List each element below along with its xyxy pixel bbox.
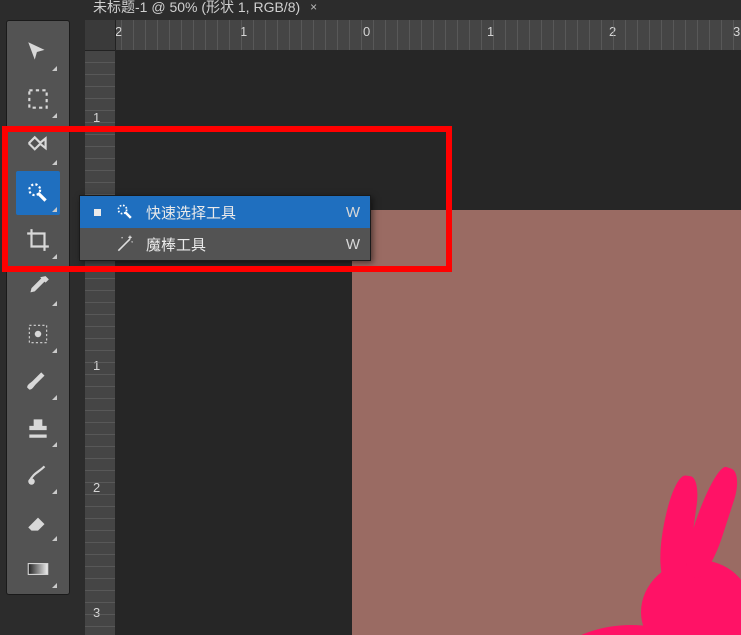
flyout-indicator-icon <box>52 113 57 118</box>
gradient-icon <box>25 556 51 582</box>
brush-tool[interactable] <box>16 359 60 403</box>
eraser-icon <box>25 509 51 535</box>
clone-stamp-tool[interactable] <box>16 406 60 450</box>
flyout-indicator-icon <box>52 66 57 71</box>
flyout-indicator-icon <box>52 301 57 306</box>
quick-selection-tool[interactable] <box>16 171 60 215</box>
flyout-item-shortcut: W <box>346 236 360 253</box>
close-tab-icon[interactable]: × <box>310 0 317 14</box>
flyout-indicator-icon <box>52 442 57 447</box>
ruler-origin-corner[interactable] <box>85 20 116 51</box>
flyout-indicator-icon <box>52 489 57 494</box>
flyout-indicator-icon <box>52 583 57 588</box>
crop-tool[interactable] <box>16 218 60 262</box>
shape-rabbit[interactable] <box>491 470 741 635</box>
quick-selection-icon <box>25 180 51 206</box>
ruler-tick: 1 <box>93 358 100 373</box>
quick-selection-icon <box>114 201 136 223</box>
ruler-tick: 3 <box>93 605 100 620</box>
brush-icon <box>25 368 51 394</box>
eyedropper-icon <box>25 274 51 300</box>
flyout-indicator-icon <box>52 254 57 259</box>
ruler-tick: 2 <box>609 24 616 39</box>
flyout-item-shortcut: W <box>346 204 360 221</box>
eyedropper-tool[interactable] <box>16 265 60 309</box>
flyout-indicator-icon <box>52 160 57 165</box>
marquee-icon <box>25 86 51 112</box>
tool-flyout-menu: 快速选择工具 W 魔棒工具 W <box>79 195 371 261</box>
ruler-tick: 2 <box>115 24 122 39</box>
ruler-tick: 3 <box>733 24 740 39</box>
ruler-tick: 0 <box>363 24 370 39</box>
document-title: 未标题-1 @ 50% (形状 1, RGB/8) <box>93 0 300 17</box>
ruler-tick: 1 <box>487 24 494 39</box>
flyout-indicator-icon <box>52 536 57 541</box>
flyout-item-quick-selection[interactable]: 快速选择工具 W <box>80 196 370 228</box>
ruler-tick: 2 <box>93 480 100 495</box>
healing-brush-tool[interactable] <box>16 312 60 356</box>
selected-indicator-icon <box>90 205 104 219</box>
crop-icon <box>25 227 51 253</box>
flyout-indicator-icon <box>52 207 57 212</box>
flyout-item-label: 快速选择工具 <box>146 202 346 223</box>
horizontal-ruler: 2 1 0 1 2 3 <box>85 20 741 50</box>
gradient-tool[interactable] <box>16 547 60 591</box>
flyout-indicator-icon <box>52 395 57 400</box>
document-canvas[interactable] <box>352 210 741 635</box>
magic-wand-icon <box>114 233 136 255</box>
move-tool[interactable] <box>16 30 60 74</box>
marquee-tool[interactable] <box>16 77 60 121</box>
selected-indicator-icon <box>90 237 104 251</box>
flyout-item-label: 魔棒工具 <box>146 234 346 255</box>
stamp-icon <box>25 415 51 441</box>
eraser-tool[interactable] <box>16 500 60 544</box>
move-icon <box>25 39 51 65</box>
healing-brush-icon <box>25 321 51 347</box>
vertical-ruler: 1 0 1 2 3 <box>85 50 115 635</box>
history-brush-icon <box>25 462 51 488</box>
lasso-icon <box>25 133 51 159</box>
tools-panel <box>6 20 70 595</box>
flyout-indicator-icon <box>52 348 57 353</box>
history-brush-tool[interactable] <box>16 453 60 497</box>
ruler-tick: 1 <box>93 110 100 125</box>
lasso-tool[interactable] <box>16 124 60 168</box>
flyout-item-magic-wand[interactable]: 魔棒工具 W <box>80 228 370 260</box>
document-tab[interactable]: 未标题-1 @ 50% (形状 1, RGB/8) × <box>85 0 325 20</box>
ruler-tick: 1 <box>240 24 247 39</box>
